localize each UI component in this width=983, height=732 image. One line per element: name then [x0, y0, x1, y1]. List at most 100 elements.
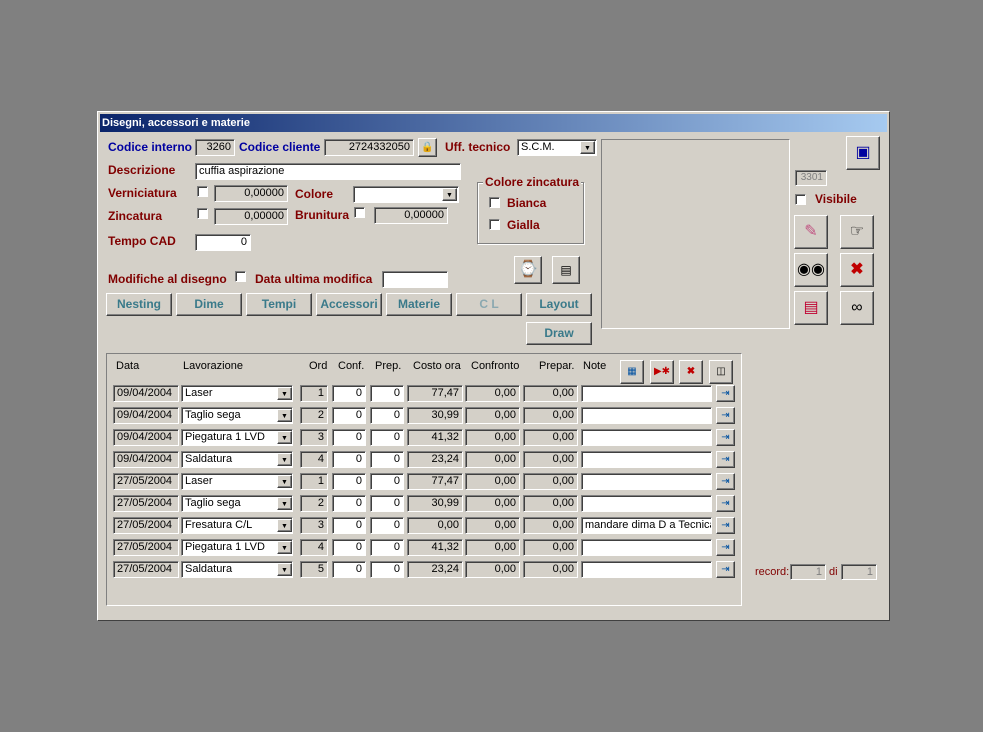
brunitura-value[interactable]: 0,00000 — [374, 207, 448, 224]
cell-costo-ora[interactable]: 77,47 — [407, 385, 463, 402]
cell-prepar[interactable]: 0,00 — [523, 561, 578, 578]
row-detail-arrow-icon[interactable]: ⇥ — [716, 451, 735, 468]
cell-data[interactable]: 09/04/2004 — [113, 451, 179, 468]
cell-ord[interactable]: 2 — [300, 407, 328, 424]
zincatura-value[interactable]: 0,00000 — [214, 208, 288, 225]
verniciatura-value[interactable]: 0,00000 — [214, 185, 288, 202]
delete-row-icon[interactable]: ✖ — [679, 360, 703, 384]
cell-prepar[interactable]: 0,00 — [523, 451, 578, 468]
cell-costo-ora[interactable]: 41,32 — [407, 429, 463, 446]
descrizione-input[interactable]: cuffia aspirazione — [195, 163, 461, 180]
cell-ord[interactable]: 5 — [300, 561, 328, 578]
goto-new-icon[interactable]: ▶✱ — [650, 360, 674, 384]
cell-prepar[interactable]: 0,00 — [523, 517, 578, 534]
cell-conf[interactable]: 0 — [332, 561, 366, 578]
cell-note[interactable] — [581, 561, 712, 578]
new-record-icon[interactable]: ▦ — [620, 360, 644, 384]
cell-confronto[interactable]: 0,00 — [465, 495, 520, 512]
cell-data[interactable]: 27/05/2004 — [113, 517, 179, 534]
cell-conf[interactable]: 0 — [332, 495, 366, 512]
cell-note[interactable] — [581, 385, 712, 402]
cell-confronto[interactable]: 0,00 — [465, 517, 520, 534]
cell-prepar[interactable]: 0,00 — [523, 407, 578, 424]
cell-conf[interactable]: 0 — [332, 407, 366, 424]
cell-conf[interactable]: 0 — [332, 517, 366, 534]
cell-note[interactable]: mandare dima D a Tecnica — [581, 517, 712, 534]
row-detail-arrow-icon[interactable]: ⇥ — [716, 473, 735, 490]
cell-data[interactable]: 09/04/2004 — [113, 385, 179, 402]
chevron-down-icon[interactable]: ▼ — [277, 541, 292, 554]
cell-prepar[interactable]: 0,00 — [523, 385, 578, 402]
cell-prep[interactable]: 0 — [370, 539, 404, 556]
cell-data[interactable]: 27/05/2004 — [113, 473, 179, 490]
row-detail-arrow-icon[interactable]: ⇥ — [716, 539, 735, 556]
row-detail-arrow-icon[interactable]: ⇥ — [716, 495, 735, 512]
cell-prep[interactable]: 0 — [370, 561, 404, 578]
cell-prepar[interactable]: 0,00 — [523, 473, 578, 490]
cell-data[interactable]: 27/05/2004 — [113, 561, 179, 578]
cell-data[interactable]: 09/04/2004 — [113, 407, 179, 424]
cell-note[interactable] — [581, 407, 712, 424]
cell-ord[interactable]: 3 — [300, 429, 328, 446]
chevron-down-icon[interactable]: ▼ — [442, 188, 457, 201]
cell-note[interactable] — [581, 473, 712, 490]
cell-conf[interactable]: 0 — [332, 385, 366, 402]
cell-ord[interactable]: 4 — [300, 451, 328, 468]
chevron-down-icon[interactable]: ▼ — [277, 387, 292, 400]
cell-prep[interactable]: 0 — [370, 473, 404, 490]
cell-ord[interactable]: 1 — [300, 385, 328, 402]
cell-data[interactable]: 27/05/2004 — [113, 495, 179, 512]
cell-prep[interactable]: 0 — [370, 429, 404, 446]
visibile-checkbox[interactable] — [795, 194, 806, 205]
verniciatura-checkbox[interactable] — [197, 186, 208, 197]
tempo-cad-input[interactable]: 0 — [195, 234, 251, 251]
cell-costo-ora[interactable]: 30,99 — [407, 407, 463, 424]
cell-note[interactable] — [581, 495, 712, 512]
cell-conf[interactable]: 0 — [332, 429, 366, 446]
row-detail-arrow-icon[interactable]: ⇥ — [716, 429, 735, 446]
chevron-down-icon[interactable]: ▼ — [277, 453, 292, 466]
codice-cliente-field[interactable]: 2724332050 — [324, 139, 414, 156]
cell-confronto[interactable]: 0,00 — [465, 385, 520, 402]
codice-interno-field[interactable]: 3260 — [195, 139, 235, 156]
row-detail-arrow-icon[interactable]: ⇥ — [716, 407, 735, 424]
hand-pointer-icon[interactable]: ☞ — [840, 215, 874, 249]
cell-note[interactable] — [581, 451, 712, 468]
tempi-button[interactable]: Tempi — [246, 293, 312, 316]
cell-prep[interactable]: 0 — [370, 407, 404, 424]
cell-costo-ora[interactable]: 23,24 — [407, 451, 463, 468]
cell-ord[interactable]: 3 — [300, 517, 328, 534]
draw-button[interactable]: Draw — [526, 322, 592, 345]
chevron-down-icon[interactable]: ▼ — [277, 475, 292, 488]
cell-costo-ora[interactable]: 30,99 — [407, 495, 463, 512]
chevron-down-icon[interactable]: ▼ — [277, 519, 292, 532]
cell-costo-ora[interactable]: 77,47 — [407, 473, 463, 490]
glasses-icon[interactable]: ∞ — [840, 291, 874, 325]
chevron-down-icon[interactable]: ▼ — [277, 563, 292, 576]
nesting-button[interactable]: Nesting — [106, 293, 172, 316]
delete-record-icon[interactable]: ✖ — [840, 253, 874, 287]
chevron-down-icon[interactable]: ▼ — [277, 497, 292, 510]
cell-costo-ora[interactable]: 23,24 — [407, 561, 463, 578]
cell-conf[interactable]: 0 — [332, 451, 366, 468]
cell-confronto[interactable]: 0,00 — [465, 539, 520, 556]
tree-structure-icon[interactable]: ◫ — [709, 360, 733, 384]
cell-data[interactable]: 27/05/2004 — [113, 539, 179, 556]
cell-ord[interactable]: 2 — [300, 495, 328, 512]
chevron-down-icon[interactable]: ▼ — [277, 431, 292, 444]
cell-confronto[interactable]: 0,00 — [465, 473, 520, 490]
data-ultima-input[interactable] — [382, 271, 448, 288]
cell-prep[interactable]: 0 — [370, 495, 404, 512]
chart-icon[interactable]: ▤ — [552, 256, 580, 284]
chevron-down-icon[interactable]: ▼ — [580, 141, 595, 154]
brunitura-checkbox[interactable] — [354, 207, 365, 218]
materie-button[interactable]: Materie — [386, 293, 452, 316]
row-detail-arrow-icon[interactable]: ⇥ — [716, 385, 735, 402]
zincatura-checkbox[interactable] — [197, 208, 208, 219]
cell-prepar[interactable]: 0,00 — [523, 429, 578, 446]
watch-icon[interactable]: ⌚ — [514, 256, 542, 284]
binoculars-icon[interactable]: ◉◉ — [794, 253, 828, 287]
cell-prep[interactable]: 0 — [370, 385, 404, 402]
lock-icon[interactable]: 🔒 — [418, 138, 437, 157]
cell-conf[interactable]: 0 — [332, 473, 366, 490]
